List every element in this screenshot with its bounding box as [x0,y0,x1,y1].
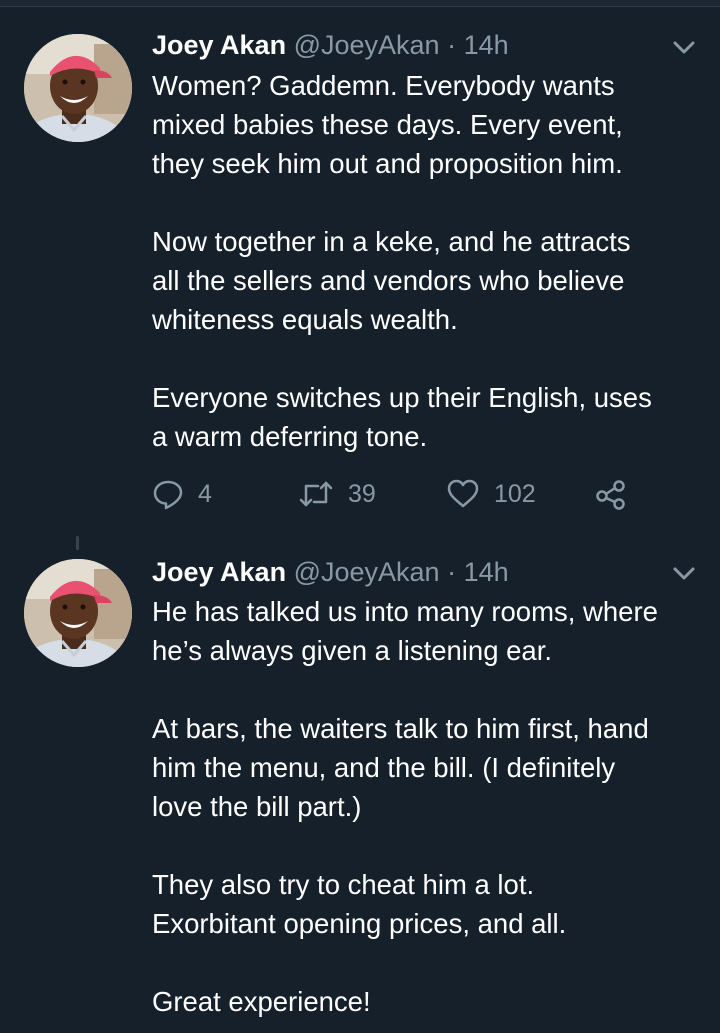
thread-connector [76,536,79,550]
paragraph: Everyone switches up their English, uses… [152,378,712,456]
avatar[interactable] [24,34,132,142]
text-line: all the sellers and vendors who believe [152,265,625,296]
text-line: he’s always given a listening ear. [152,635,553,666]
tweet-text: Women? Gaddemn. Everybody wants mixed ba… [152,66,712,456]
timestamp[interactable]: 14h [464,30,509,60]
text-line: Exorbitant opening prices, and all. [152,908,567,939]
text-line: Now together in a keke, and he attracts [152,226,631,257]
text-line: At bars, the waiters talk to him first, … [152,713,649,744]
timestamp[interactable]: 14h [464,557,509,587]
retweet-icon [299,481,333,507]
reply-count: 4 [198,479,212,508]
paragraph: Women? Gaddemn. Everybody wants mixed ba… [152,66,712,183]
text-line: Everyone switches up their English, uses [152,382,652,413]
separator: · [447,30,457,60]
avatar[interactable] [24,559,132,667]
retweet-count: 39 [348,479,376,508]
author-handle[interactable]: @JoeyAkan [294,557,440,587]
share-icon [596,480,625,510]
text-line: they seek him out and proposition him. [152,148,623,179]
text-line: whiteness equals wealth. [152,304,458,335]
text-line: They also try to cheat him a lot. [152,869,535,900]
paragraph: He has talked us into many rooms, where … [152,592,712,670]
text-line: a warm deferring tone. [152,421,428,452]
chevron-down-icon[interactable] [670,34,698,62]
text-line: love the bill part.) [152,791,362,822]
top-divider [0,0,720,7]
paragraph: Great experience! [152,982,712,1021]
text-line: mixed babies these days. Every event, [152,109,623,140]
share-button[interactable] [594,472,628,516]
text-line: Women? Gaddemn. Everybody wants [152,70,615,101]
reply-button[interactable]: 4 [152,472,212,516]
like-button[interactable]: 102 [446,472,536,516]
chevron-down-icon[interactable] [670,560,698,588]
tweet-header: Joey Akan @JoeyAkan · 14h [152,27,509,63]
text-line: He has talked us into many rooms, where [152,596,658,627]
heart-icon [447,479,479,508]
paragraph: At bars, the waiters talk to him first, … [152,709,712,826]
separator: · [447,557,457,587]
text-line: him the menu, and the bill. (I definitel… [152,752,616,783]
author-name[interactable]: Joey Akan [152,557,286,587]
retweet-button[interactable]: 39 [298,472,376,516]
author-name[interactable]: Joey Akan [152,30,286,60]
tweet-text: He has talked us into many rooms, where … [152,592,712,1021]
paragraph: Now together in a keke, and he attracts … [152,222,712,339]
tweet-actions: 4 39 102 [152,472,652,516]
author-handle[interactable]: @JoeyAkan [294,30,440,60]
tweet-header: Joey Akan @JoeyAkan · 14h [152,554,509,590]
text-line: Great experience! [152,986,371,1017]
paragraph: They also try to cheat him a lot. Exorbi… [152,865,712,943]
reply-icon [153,480,183,510]
like-count: 102 [494,479,536,508]
